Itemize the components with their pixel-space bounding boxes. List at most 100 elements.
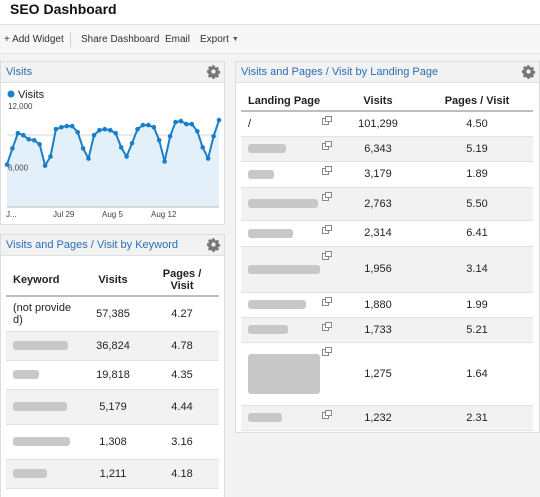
data-point[interactable] — [205, 156, 211, 161]
data-point[interactable] — [31, 138, 37, 143]
visits-cell: 57,385 — [81, 296, 145, 332]
landing-page-cell[interactable] — [241, 317, 335, 343]
data-point[interactable] — [140, 122, 146, 128]
external-link-icon[interactable] — [322, 251, 332, 260]
data-point[interactable] — [118, 145, 124, 150]
external-link-icon[interactable] — [322, 410, 332, 419]
data-point[interactable] — [146, 122, 151, 128]
gear-icon[interactable] — [521, 64, 536, 79]
landing-page-cell[interactable] — [241, 405, 335, 431]
data-point[interactable] — [216, 117, 222, 123]
data-point[interactable] — [156, 138, 162, 143]
data-point[interactable] — [195, 128, 200, 134]
data-point[interactable] — [4, 162, 10, 167]
landing-page-cell[interactable] — [241, 161, 335, 188]
landing-page-table: Landing Page Visits Pages / Visit / 101,… — [241, 92, 533, 431]
pages-per-visit-cell: 1.64 — [421, 342, 533, 406]
share-dashboard-button[interactable]: Share Dashboard — [81, 34, 159, 45]
column-header[interactable]: Landing Page — [241, 92, 335, 112]
landing-page-cell[interactable] — [241, 342, 335, 406]
data-point[interactable] — [124, 154, 129, 159]
visits-cell: 2,763 — [335, 187, 421, 221]
column-header[interactable]: Pages / Visit — [421, 92, 533, 112]
data-point[interactable] — [80, 146, 86, 151]
keyword-cell[interactable] — [6, 331, 81, 361]
pages-per-visit-cell: 4.18 — [145, 459, 219, 489]
data-point[interactable] — [15, 130, 21, 136]
data-point[interactable] — [10, 146, 15, 151]
data-point[interactable] — [108, 127, 113, 133]
data-point[interactable] — [64, 123, 70, 129]
data-point[interactable] — [86, 156, 91, 161]
landing-page-cell[interactable] — [241, 246, 335, 293]
external-link-icon[interactable] — [322, 347, 332, 356]
table-row: 1,275 1.64 — [241, 342, 533, 406]
data-point[interactable] — [69, 123, 75, 129]
keyword-cell[interactable] — [6, 424, 81, 460]
data-point[interactable] — [59, 124, 64, 130]
data-point[interactable] — [178, 118, 184, 124]
table-row: 5,179 4.44 — [6, 389, 219, 425]
data-point[interactable] — [211, 134, 216, 139]
data-point[interactable] — [189, 121, 195, 127]
visits-cell: 1,880 — [335, 292, 421, 318]
data-point[interactable] — [113, 130, 118, 136]
table-row: / 101,299 4.50 — [241, 111, 533, 137]
external-link-icon[interactable] — [322, 297, 332, 306]
external-link-icon[interactable] — [322, 116, 332, 125]
external-link-icon[interactable] — [322, 166, 332, 175]
external-link-icon[interactable] — [322, 322, 332, 331]
table-row: 2,763 5.50 — [241, 187, 533, 221]
keyword-cell[interactable] — [6, 360, 81, 390]
data-point[interactable] — [173, 119, 178, 125]
data-point[interactable] — [91, 132, 97, 138]
external-link-icon[interactable] — [322, 141, 332, 150]
x-tick-label: Jul 29 — [53, 210, 75, 219]
data-point[interactable] — [42, 163, 48, 168]
data-point[interactable] — [21, 132, 26, 138]
column-header[interactable]: Visits — [81, 265, 145, 297]
keyword-cell[interactable] — [6, 389, 81, 425]
column-header[interactable]: Keyword — [6, 265, 81, 297]
data-point[interactable] — [102, 126, 108, 132]
data-point[interactable] — [97, 127, 102, 133]
keyword-cell[interactable] — [6, 459, 81, 489]
visits-cell: 2,314 — [335, 220, 421, 247]
external-link-icon[interactable] — [322, 192, 332, 201]
data-point[interactable] — [184, 121, 189, 127]
data-point[interactable] — [26, 137, 32, 142]
export-button[interactable]: Export ▼ — [200, 34, 239, 45]
table-row: 1,232 2.31 — [241, 405, 533, 431]
data-point[interactable] — [135, 126, 140, 132]
pages-per-visit-cell: 4.44 — [145, 389, 219, 425]
data-point[interactable] — [75, 129, 80, 135]
pages-per-visit-cell: 5.19 — [421, 136, 533, 162]
x-tick-label: J... — [6, 210, 17, 219]
table-row: 1,880 1.99 — [241, 292, 533, 318]
email-button[interactable]: Email — [165, 34, 190, 45]
data-point[interactable] — [200, 145, 205, 150]
data-point[interactable] — [151, 124, 157, 130]
data-point[interactable] — [48, 154, 53, 159]
pages-per-visit-cell: 3.16 — [145, 424, 219, 460]
pages-per-visit-cell: 5.21 — [421, 317, 533, 343]
legend-swatch — [7, 90, 15, 98]
column-header[interactable]: Visits — [335, 92, 421, 112]
redacted-landing-page — [248, 413, 282, 423]
landing-page-cell[interactable] — [241, 136, 335, 162]
landing-page-cell[interactable]: / — [241, 111, 335, 137]
landing-page-cell[interactable] — [241, 187, 335, 221]
data-point[interactable] — [37, 142, 42, 147]
data-point[interactable] — [53, 126, 59, 132]
landing-page-cell[interactable] — [241, 220, 335, 247]
keyword-cell[interactable]: (not provide d) — [6, 296, 81, 332]
gear-icon[interactable] — [206, 237, 221, 252]
gear-icon[interactable] — [206, 64, 221, 79]
data-point[interactable] — [162, 159, 167, 164]
add-widget-button[interactable]: + Add Widget — [4, 34, 64, 45]
external-link-icon[interactable] — [322, 225, 332, 234]
data-point[interactable] — [167, 134, 173, 139]
column-header[interactable]: Pages / Visit — [145, 265, 219, 297]
landing-page-cell[interactable] — [241, 292, 335, 318]
data-point[interactable] — [129, 141, 135, 146]
